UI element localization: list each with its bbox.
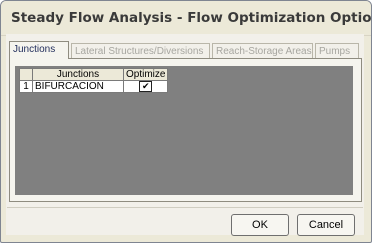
tab-pumps[interactable]: Pumps <box>315 43 359 58</box>
column-header-optimize[interactable]: Optimize <box>122 68 169 81</box>
title-bar: Steady Flow Analysis - Flow Optimization… <box>1 1 371 36</box>
tab-lateral-structures[interactable]: Lateral Structures/Diversions <box>71 43 210 58</box>
ok-button[interactable]: OK <box>231 214 289 236</box>
optimize-cell[interactable]: ✔ <box>122 79 169 94</box>
grid-header-row: Junctions Optimize <box>19 68 169 81</box>
grid-corner-cell[interactable] <box>19 68 33 81</box>
tab-junctions[interactable]: Junctions <box>9 41 69 59</box>
junctions-grid: Junctions Optimize 1 BIFURCACION ✔ <box>19 68 169 94</box>
separator <box>7 207 363 208</box>
column-header-junctions[interactable]: Junctions <box>32 68 124 81</box>
table-row: 1 BIFURCACION ✔ <box>19 79 169 94</box>
window-title: Steady Flow Analysis - Flow Optimization… <box>11 10 372 26</box>
cancel-button[interactable]: Cancel <box>297 214 355 236</box>
junction-name-cell[interactable]: BIFURCACION <box>32 79 124 94</box>
tab-reach-storage-areas[interactable]: Reach-Storage Areas <box>212 43 313 58</box>
optimize-checkbox[interactable]: ✔ <box>139 81 153 92</box>
row-number[interactable]: 1 <box>19 79 33 94</box>
